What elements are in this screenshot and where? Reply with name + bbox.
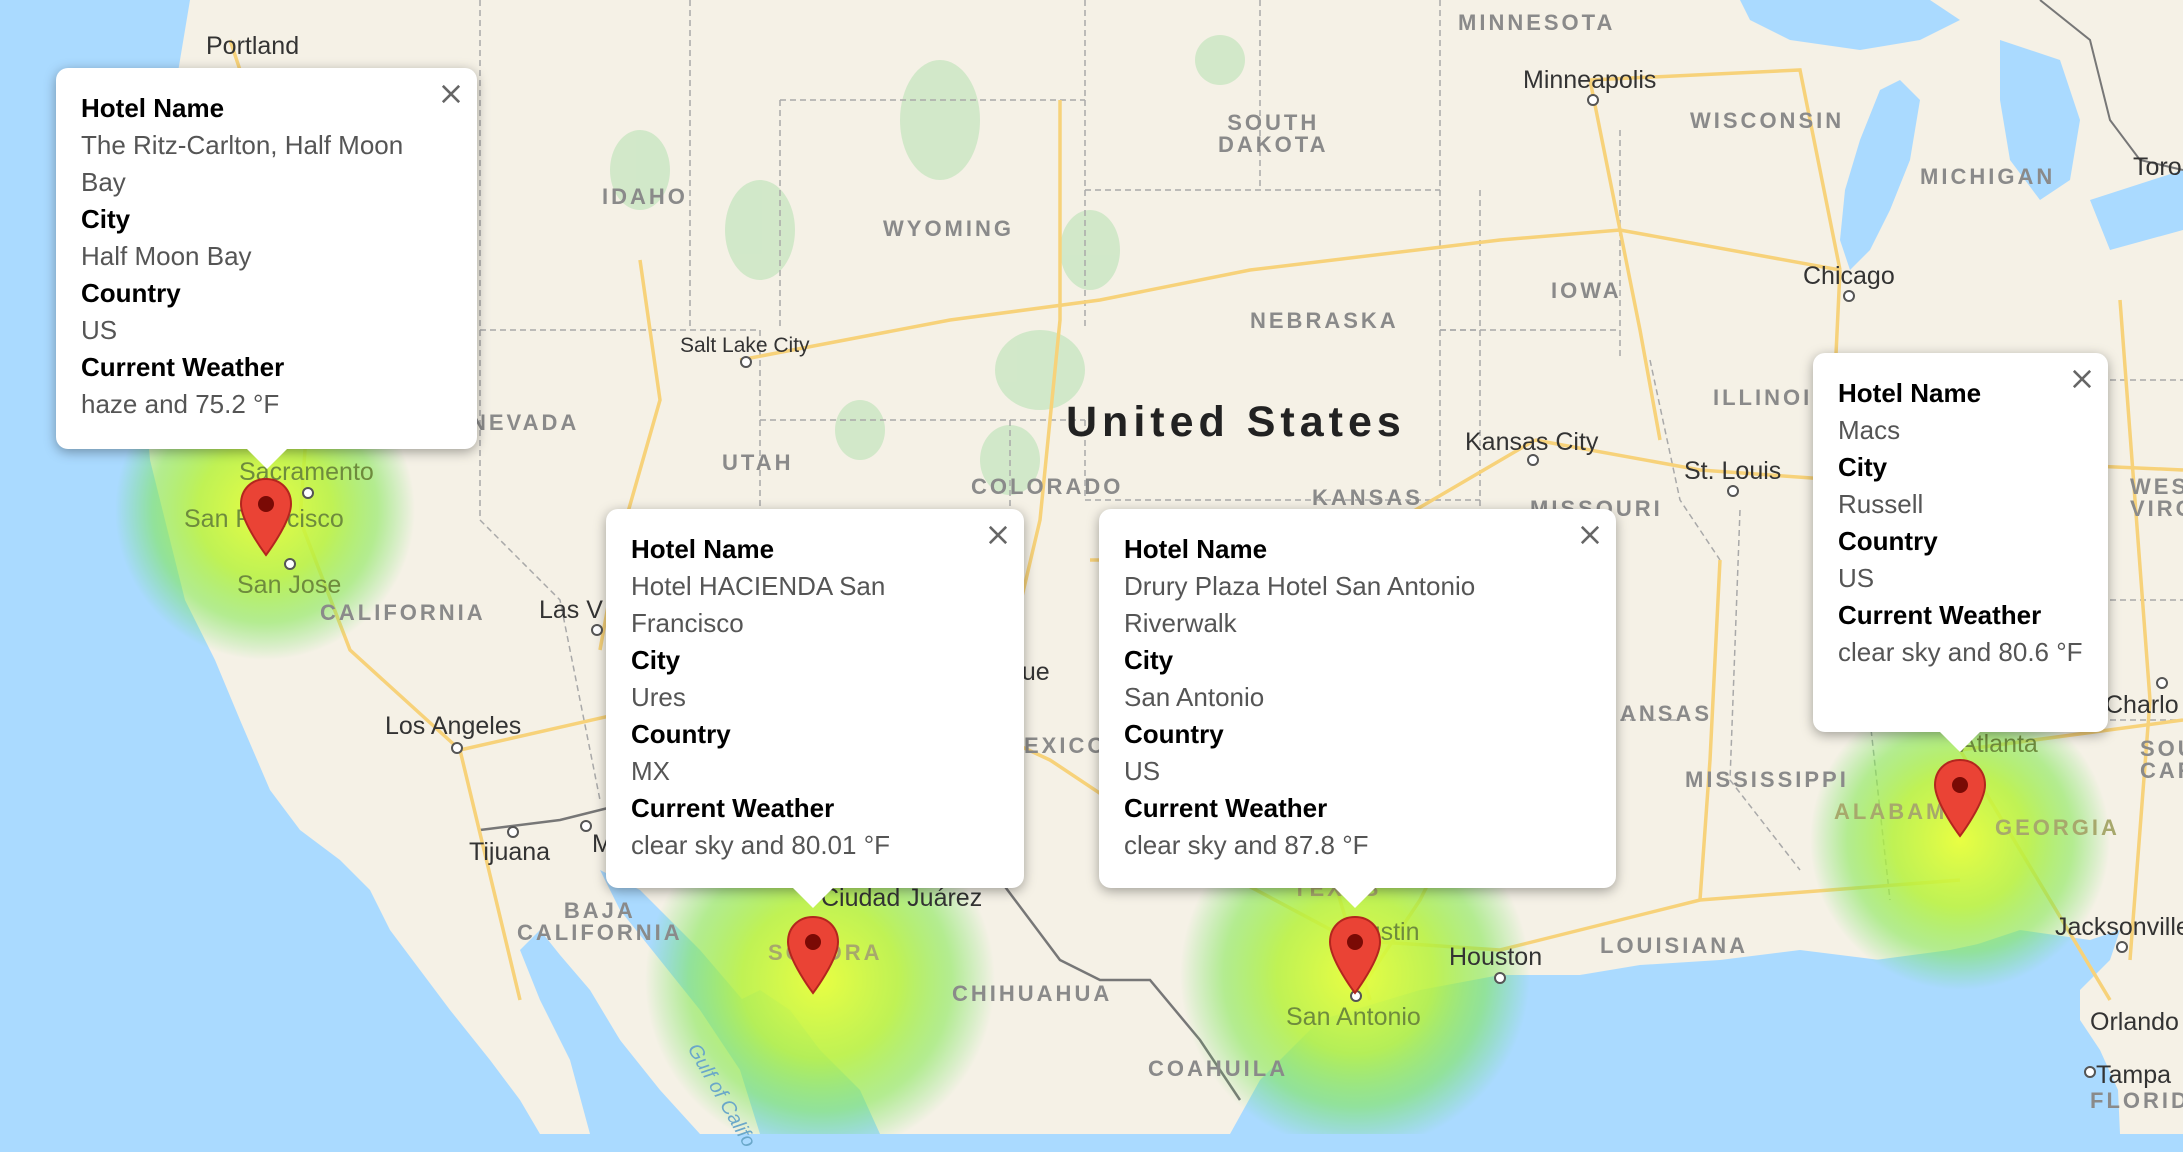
state-label-arkansas: ANSAS bbox=[1620, 701, 1713, 726]
state-label-baja-california-text: BAJA CALIFORNIA bbox=[517, 898, 683, 945]
city-label-houston: Houston bbox=[1449, 943, 1543, 971]
state-label-georgia: GEORGIA bbox=[1995, 815, 2120, 840]
country-label: Country bbox=[1124, 719, 1224, 749]
country-label: Country bbox=[81, 278, 181, 308]
state-label-south-carolina-text: SOU CARO bbox=[2140, 736, 2183, 783]
info-window-russell: Hotel Name Macs City Russell Country US … bbox=[1813, 353, 2108, 752]
city-value: Ures bbox=[631, 682, 686, 712]
city-label-minneapolis: Minneapolis bbox=[1523, 66, 1657, 94]
city-label: City bbox=[1838, 452, 1888, 482]
state-label-nebraska: NEBRASKA bbox=[1250, 308, 1399, 333]
country-label: Country bbox=[1838, 526, 1938, 556]
city-value: Half Moon Bay bbox=[81, 241, 252, 271]
close-icon[interactable] bbox=[2068, 365, 2096, 393]
info-window-tail bbox=[247, 449, 287, 469]
country-value: US bbox=[1124, 756, 1161, 786]
state-label-california: CALIFORNIA bbox=[320, 600, 486, 625]
state-label-minnesota: MINNESOTA bbox=[1458, 10, 1616, 35]
map-pin-icon[interactable] bbox=[1933, 758, 1987, 838]
city-label-portland: Portland bbox=[206, 32, 300, 60]
info-window-ures: Hotel Name Hotel HACIENDA San Francisco … bbox=[606, 509, 1024, 908]
city-label-tijuana: Tijuana bbox=[469, 838, 551, 866]
hotel-name-label: Hotel Name bbox=[631, 534, 775, 564]
city-label-salt-lake-city: Salt Lake City bbox=[680, 334, 810, 357]
country-value: MX bbox=[631, 756, 670, 786]
state-label-wisconsin: WISCONSIN bbox=[1690, 108, 1845, 133]
country-label: Country bbox=[631, 719, 731, 749]
state-label-iowa: IOWA bbox=[1551, 278, 1622, 303]
city-label-chicago: Chicago bbox=[1803, 262, 1895, 290]
info-window-tail bbox=[1335, 888, 1375, 908]
hotel-name-label: Hotel Name bbox=[1124, 534, 1268, 564]
city-label-st-louis: St. Louis bbox=[1684, 457, 1782, 485]
city-label: City bbox=[1124, 645, 1174, 675]
hotel-name-value: Macs bbox=[1838, 415, 1901, 445]
map-pin-icon[interactable] bbox=[786, 915, 840, 995]
current-weather-value: clear sky and 80.01 °F bbox=[631, 830, 890, 860]
city-label: City bbox=[631, 645, 681, 675]
close-icon[interactable] bbox=[437, 80, 465, 108]
city-label-orlando: Orlando bbox=[2090, 1008, 2179, 1036]
city-value: Russell bbox=[1838, 489, 1924, 519]
country-value: US bbox=[81, 315, 118, 345]
country-value: US bbox=[1838, 563, 1875, 593]
state-label-colorado: COLORADO bbox=[971, 474, 1124, 499]
current-weather-value: haze and 75.2 °F bbox=[81, 389, 280, 419]
city-label-ciudad-juarez: Ciudad Juárez bbox=[821, 884, 983, 912]
map-pin-icon[interactable] bbox=[1328, 915, 1382, 995]
country-label-united-states: United States bbox=[1066, 398, 1406, 446]
state-label-florida: FLORIDA bbox=[2090, 1088, 2183, 1113]
state-label-louisiana: LOUISIANA bbox=[1600, 933, 1748, 958]
close-icon[interactable] bbox=[984, 521, 1012, 549]
current-weather-label: Current Weather bbox=[631, 793, 835, 823]
city-label-san-antonio: San Antonio bbox=[1286, 1003, 1421, 1031]
hotel-name-value: Drury Plaza Hotel San Antonio Riverwalk bbox=[1124, 571, 1476, 638]
city-label-kansas-city: Kansas City bbox=[1465, 428, 1599, 456]
state-label-idaho: IDAHO bbox=[602, 184, 688, 209]
current-weather-value: clear sky and 80.6 °F bbox=[1838, 637, 2083, 667]
city-label-tampa: Tampa bbox=[2096, 1061, 2172, 1089]
state-label-south-dakota: SOUTH DAKOTA bbox=[1218, 112, 1328, 156]
close-icon[interactable] bbox=[1576, 521, 1604, 549]
current-weather-label: Current Weather bbox=[1124, 793, 1328, 823]
info-window-half-moon-bay: Hotel Name The Ritz-Carlton, Half Moon B… bbox=[56, 68, 477, 469]
state-label-nevada: NEVADA bbox=[470, 410, 580, 435]
city-label-las-vegas: Las V bbox=[539, 596, 603, 624]
state-label-baja-california: BAJA CALIFORNIA bbox=[517, 900, 683, 944]
current-weather-label: Current Weather bbox=[81, 352, 285, 382]
city-label-los-angeles: Los Angeles bbox=[385, 712, 522, 740]
current-weather-label: Current Weather bbox=[1838, 600, 2042, 630]
map-pin-icon[interactable] bbox=[239, 477, 293, 557]
hotel-name-value: The Ritz-Carlton, Half Moon Bay bbox=[81, 130, 404, 197]
state-label-michigan: MICHIGAN bbox=[1920, 164, 2056, 189]
city-label-jacksonville: Jacksonville bbox=[2055, 913, 2183, 941]
state-label-west-virginia: WEST VIRGIN bbox=[2130, 476, 2183, 520]
state-label-chihuahua: CHIHUAHUA bbox=[952, 981, 1113, 1006]
state-label-mississippi: MISSISSIPPI bbox=[1685, 767, 1849, 792]
state-label-new-mexico: EXICO bbox=[1024, 733, 1108, 758]
state-label-utah: UTAH bbox=[722, 450, 794, 475]
hotel-name-label: Hotel Name bbox=[1838, 378, 1982, 408]
info-window-san-antonio: Hotel Name Drury Plaza Hotel San Antonio… bbox=[1099, 509, 1616, 908]
city-label-toronto: Toron bbox=[2133, 153, 2183, 181]
hotel-name-value: Hotel HACIENDA San Francisco bbox=[631, 571, 886, 638]
state-label-south-dakota-text: SOUTH DAKOTA bbox=[1218, 110, 1329, 157]
state-label-wyoming: WYOMING bbox=[883, 216, 1014, 241]
city-label-charlotte: Charlo bbox=[2105, 691, 2179, 719]
state-label-west-virginia-text: WEST VIRGIN bbox=[2130, 474, 2183, 521]
info-window-tail bbox=[793, 888, 833, 908]
state-label-south-carolina: SOU CARO bbox=[2140, 738, 2183, 782]
city-label-san-jose: San Jose bbox=[237, 571, 342, 599]
state-label-coahuila: COAHUILA bbox=[1148, 1056, 1289, 1081]
city-label: City bbox=[81, 204, 131, 234]
info-window-tail bbox=[1940, 732, 1980, 752]
current-weather-value: clear sky and 87.8 °F bbox=[1124, 830, 1369, 860]
city-value: San Antonio bbox=[1124, 682, 1265, 712]
hotel-name-label: Hotel Name bbox=[81, 93, 225, 123]
state-label-kansas: KANSAS bbox=[1312, 485, 1423, 510]
